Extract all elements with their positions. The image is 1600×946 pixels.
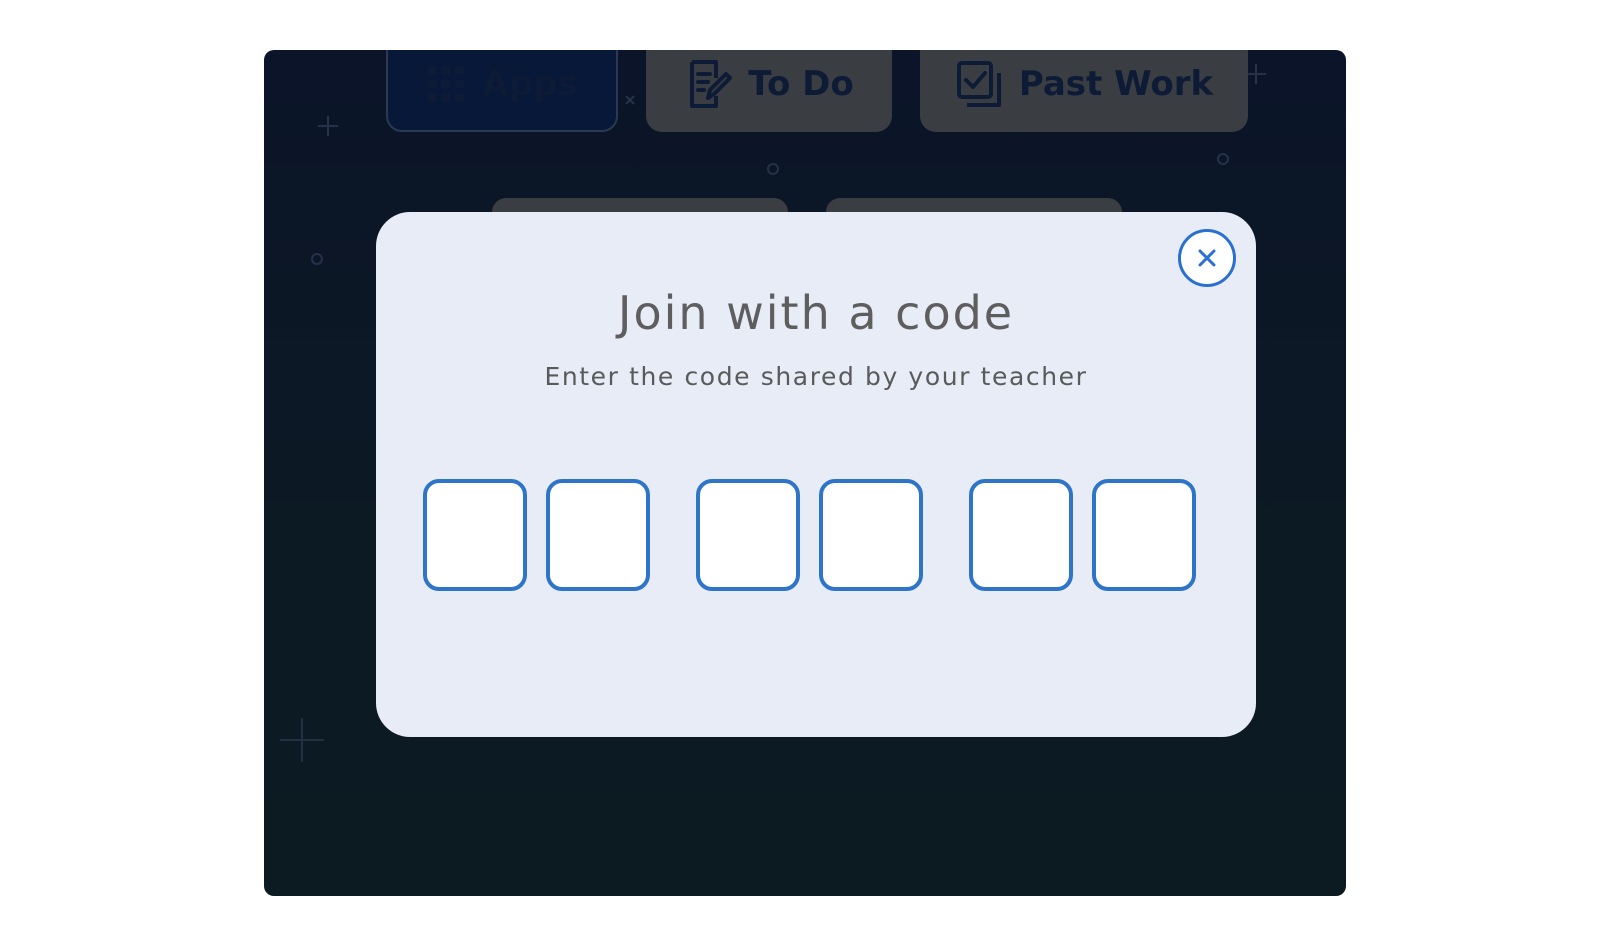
decorative-plus-icon [318, 116, 338, 136]
tab-apps[interactable]: Apps [386, 50, 618, 132]
tab-apps-label: Apps [482, 64, 578, 104]
join-code-dialog: Join with a code Enter the code shared b… [376, 212, 1256, 737]
close-icon [1198, 249, 1216, 267]
decorative-circle-icon [767, 163, 779, 175]
code-digit-3[interactable] [696, 479, 800, 591]
tab-past-work-label: Past Work [1018, 64, 1214, 104]
grid-icon [426, 64, 466, 104]
code-digit-5[interactable] [969, 479, 1073, 591]
dialog-title: Join with a code [617, 286, 1015, 340]
tab-to-do[interactable]: To Do [646, 50, 892, 132]
close-button[interactable] [1178, 229, 1236, 287]
tab-past-work[interactable]: Past Work [920, 50, 1248, 132]
code-digit-2[interactable] [546, 479, 650, 591]
edit-note-icon [684, 58, 733, 110]
tab-to-do-label: To Do [748, 64, 854, 104]
decorative-x-icon [625, 95, 635, 105]
code-digit-6[interactable] [1092, 479, 1196, 591]
code-digit-4[interactable] [819, 479, 923, 591]
checked-stack-icon [955, 59, 1003, 109]
code-digit-1[interactable] [423, 479, 527, 591]
decorative-circle-icon [1217, 153, 1229, 165]
decorative-plus-icon [280, 718, 324, 762]
decorative-circle-icon [311, 253, 323, 265]
dialog-subtitle: Enter the code shared by your teacher [544, 362, 1088, 391]
